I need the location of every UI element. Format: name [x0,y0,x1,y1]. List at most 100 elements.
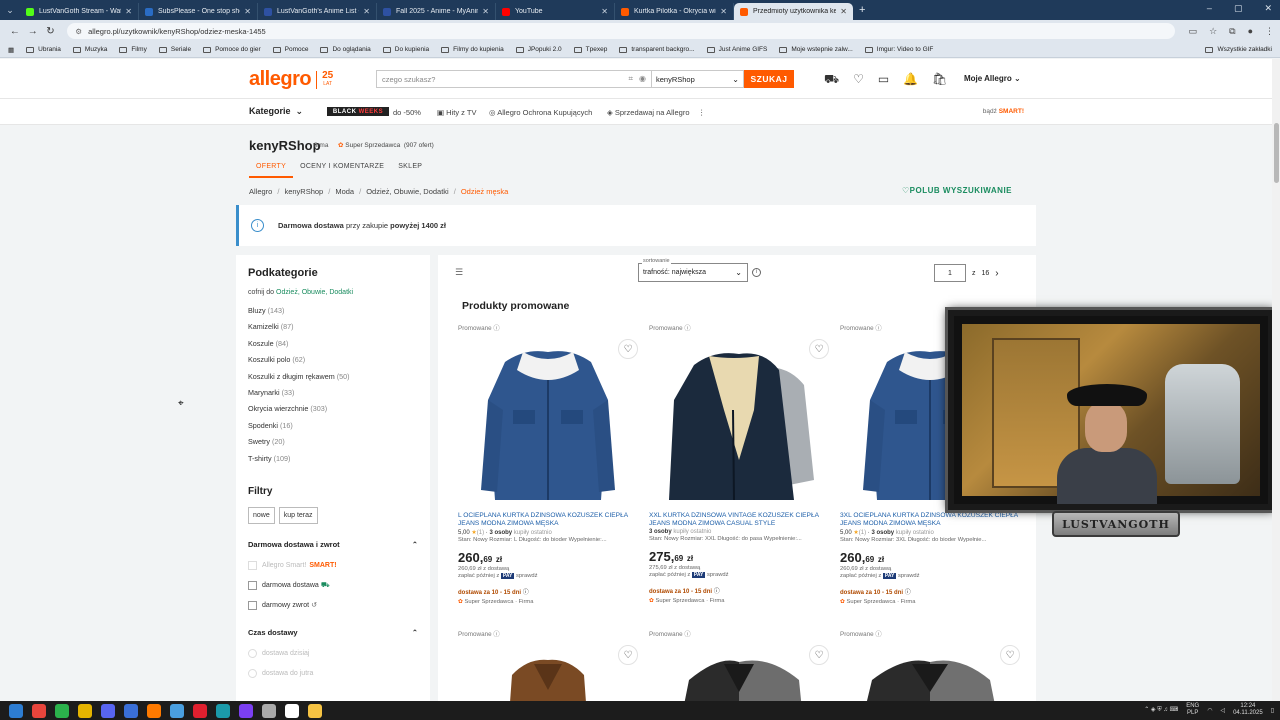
volume-icon[interactable]: ◁ [1220,707,1225,714]
checkbox[interactable] [248,560,257,570]
subcategory-item[interactable]: Spodenki (16) [248,421,418,437]
discord-icon[interactable] [101,703,115,718]
bookmark-item[interactable]: Do kupienia [382,46,429,53]
vlc-icon[interactable] [147,703,161,718]
warframe-icon[interactable] [78,703,92,718]
subcategory-item[interactable]: Swetry (20) [248,437,418,453]
bookmark-item[interactable]: Just Anime GIFS [706,46,767,53]
chrome-icon[interactable] [9,703,23,718]
subcategory-item[interactable]: Okrycia wierzchnie (303) [248,404,418,420]
subcategory-item[interactable]: Kamizelki (87) [248,322,418,338]
filter-today[interactable]: dostawa dzisiaj [248,648,418,658]
notepad-icon[interactable] [285,703,299,718]
checkbox[interactable] [248,580,257,590]
tab-close-icon[interactable]: ✕ [125,7,132,16]
subcategory-item[interactable]: T-shirty (109) [248,454,418,470]
tab-close-icon[interactable]: ✕ [363,7,370,16]
nav-link-ochrona[interactable]: ◎ Allegro Ochrona Kupujących [489,108,592,117]
clock[interactable]: 12:24 04.11.2025 [1233,703,1263,717]
tab-shop[interactable]: SKLEP [391,161,429,178]
tab-ratings[interactable]: OCENY I KOMENTARZE [293,161,391,178]
app-icon[interactable] [193,703,207,718]
scrollbar-thumb[interactable] [1274,123,1279,183]
search-scope-select[interactable]: kenyRShop ⌄ [652,70,744,88]
tab-offers[interactable]: OFERTY [249,161,294,178]
reload-icon[interactable]: ↻ [42,26,60,37]
tab-close-icon[interactable]: ✕ [720,7,727,16]
notifications-icon[interactable]: ▯ [1271,707,1274,714]
subcategory-item[interactable]: Bluzy (143) [248,306,418,322]
bookmark-item[interactable]: Moje wstepnie zalw... [779,46,853,53]
product-card[interactable]: Promowane ⓘ ♡ [840,629,1020,705]
forward-icon[interactable]: → [24,26,42,37]
follow-search-button[interactable]: ♡POLUB WYSZUKIWANIE [902,186,1012,195]
delivery-truck-icon[interactable]: ⛟ [824,72,839,88]
filter-allegro-smart[interactable]: Allegro Smart! SMART! [248,560,418,570]
delivery-time-header[interactable]: Czas dostawy ⌃ [248,628,418,637]
new-tab-button[interactable]: + [859,4,865,16]
wifi-icon[interactable]: ◠ [1207,707,1212,714]
nav-link-sprzedawaj[interactable]: ◈ Sprzedawaj na Allegro [607,108,690,117]
smart-link[interactable]: bądź SMART! [983,108,1024,115]
bookmark-item[interactable]: Pomoce do gier [203,46,261,53]
browser-tab[interactable]: LustVanGoth's Anime List - My ✕ [258,3,377,20]
visual-search-icon[interactable]: ⌗ [629,74,634,84]
product-card[interactable]: Promowane ⓘ ♡ [458,629,638,705]
file-explorer-icon[interactable] [308,703,322,718]
url-field[interactable]: ⚙ allegro.pl/uzytkownik/kenyRShop/odziez… [67,23,1175,39]
obs-icon[interactable] [32,703,46,718]
pay-check-link[interactable]: sprawdź [516,573,538,579]
browser-tab[interactable]: Fall 2025 - Anime - MyAnimeLi ✕ [377,3,496,20]
crumb[interactable]: Odzież, Obuwie, Dodatki [366,187,449,196]
crumb[interactable]: kenyRShop [284,187,323,196]
site-info-icon[interactable]: ⚙ [75,27,82,36]
cast-icon[interactable]: ▭ [1189,26,1198,37]
next-page-icon[interactable]: › [995,268,998,279]
browser-icon[interactable] [170,703,184,718]
language-indicator[interactable]: ENG PLP [1186,703,1199,717]
tab-close-icon[interactable]: ✕ [482,7,489,16]
watch-heart-icon[interactable]: ♡ [1000,645,1020,665]
product-image[interactable] [649,340,829,506]
extensions-icon[interactable]: ⧉ [1229,26,1235,37]
categories-menu[interactable]: Kategorie ⌄ [249,106,303,117]
filter-chip-new[interactable]: nowe [248,506,275,524]
nav-link-hity[interactable]: ▣ Hity z TV [437,108,476,117]
bookmark-item[interactable]: Tpexep [573,46,607,53]
notifications-bell-icon[interactable]: 🔔 [903,72,918,88]
bookmark-item[interactable]: Muzyka [72,46,107,53]
watch-heart-icon[interactable]: ♡ [809,645,829,665]
page-scrollbar[interactable] [1272,59,1280,701]
radio[interactable] [248,648,257,658]
bookmark-item[interactable]: Pomoce [272,46,308,53]
tab-close-icon[interactable]: ✕ [840,7,847,16]
filter-tomorrow[interactable]: dostawa do jutra [248,668,418,678]
crumb[interactable]: Moda [335,187,354,196]
sort-select[interactable]: sortowanie trafność: największa ⌄ [638,258,748,282]
black-weeks-badge[interactable]: BLACK WEEKS [327,107,389,116]
back-icon[interactable]: ← [6,26,24,37]
bookmark-item[interactable]: Ubrania [26,46,61,53]
my-allegro-menu[interactable]: Moje Allegro ⌄ [964,74,1021,83]
messages-icon[interactable]: ▭ [878,72,889,88]
camera-icon[interactable]: ◉ [639,74,646,84]
delivery-filter-header[interactable]: Darmowa dostawa i zwrot ⌃ [248,540,418,549]
subcategory-item[interactable]: Koszule (84) [248,339,418,355]
product-title[interactable]: 3XL OCIEPLANA KURTKA DŻINSOWA KOŻUSZEK C… [840,512,1020,528]
bookmark-item[interactable]: JPopuki 2.0 [515,46,562,53]
sort-info-icon[interactable]: i [752,268,761,277]
apps-icon[interactable]: ▦ [8,46,14,54]
tab-close-icon[interactable]: ✕ [244,7,251,16]
bookmark-item[interactable]: Imgur: Video to GIF [864,46,933,53]
back-category-link[interactable]: Odzież, Obuwie, Dodatki [276,289,353,296]
crumb[interactable]: Allegro [249,187,272,196]
menu-kebab-icon[interactable]: ⋮ [1265,26,1274,37]
bookmark-star-icon[interactable]: ☆ [1209,26,1217,37]
tab-search-icon[interactable]: ⌄ [0,0,20,20]
watch-heart-icon[interactable]: ♡ [618,645,638,665]
minimize-icon[interactable]: – [1207,3,1212,14]
pay-check-link[interactable]: sprawdź [898,573,920,579]
subcategory-item[interactable]: Marynarki (33) [248,388,418,404]
watch-heart-icon[interactable]: ♡ [809,339,829,359]
product-card[interactable]: Promowane ⓘ ♡ L OCIEPLANA KURTKA DŻINSOW… [458,323,638,605]
